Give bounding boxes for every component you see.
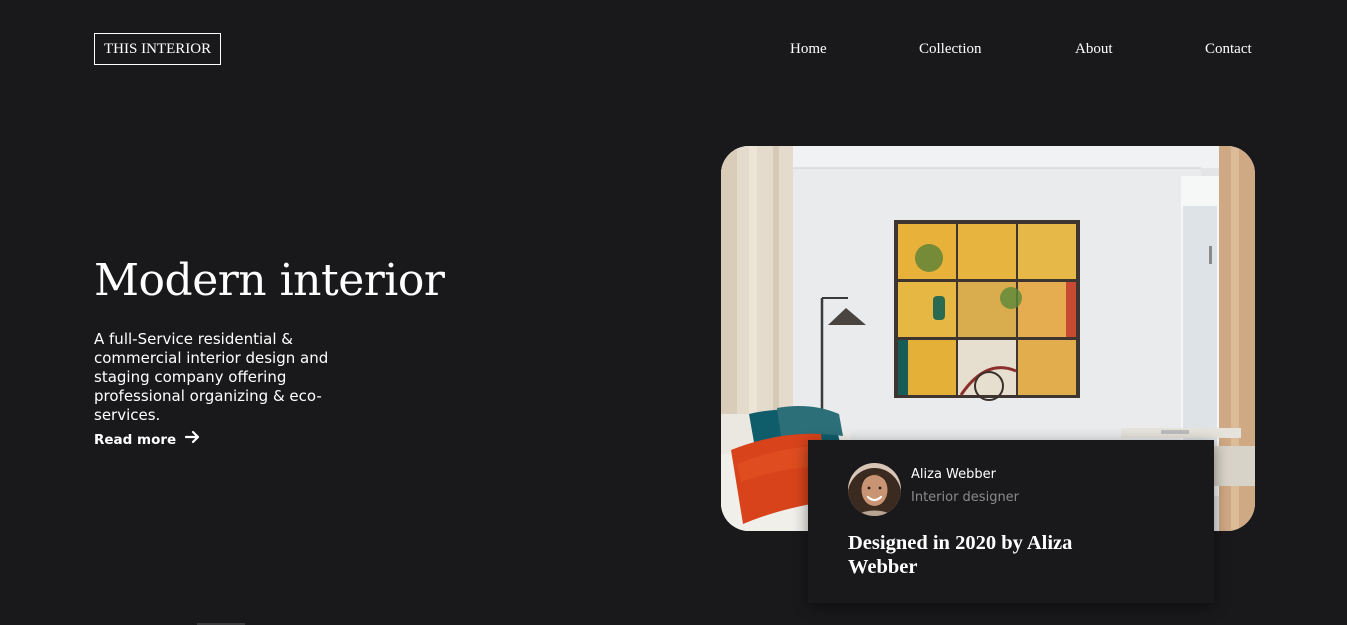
read-more-label: Read more xyxy=(94,431,177,448)
nav-home[interactable]: Home xyxy=(790,40,827,58)
hero-title: Modern interior xyxy=(94,255,445,306)
designer-card: Aliza Webber Interior designer Designed … xyxy=(808,440,1214,603)
designer-role: Interior designer xyxy=(911,490,1020,505)
design-caption: Designed in 2020 by Aliza Webber xyxy=(848,532,1073,578)
read-more-link[interactable]: Read more xyxy=(94,430,200,449)
nav-about[interactable]: About xyxy=(1075,40,1113,58)
hero-description: A full-Service residential & commercial … xyxy=(94,330,329,424)
brand-logo[interactable]: THIS INTERIOR xyxy=(94,33,222,65)
designer-name: Aliza Webber xyxy=(911,467,996,482)
designer-avatar xyxy=(848,463,901,516)
nav-contact[interactable]: Contact xyxy=(1205,40,1252,58)
nav-collection[interactable]: Collection xyxy=(919,40,982,58)
arrow-right-icon xyxy=(185,430,200,449)
